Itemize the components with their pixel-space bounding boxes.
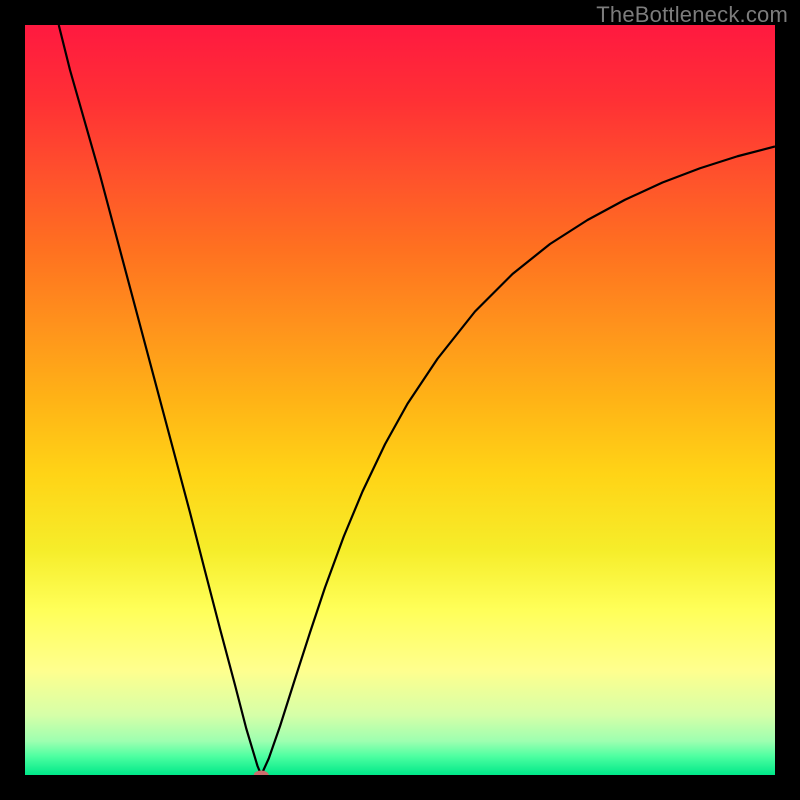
figure-frame: TheBottleneck.com bbox=[0, 0, 800, 800]
watermark-label: TheBottleneck.com bbox=[596, 2, 788, 28]
bottleneck-plot bbox=[25, 25, 775, 775]
gradient-background bbox=[25, 25, 775, 775]
